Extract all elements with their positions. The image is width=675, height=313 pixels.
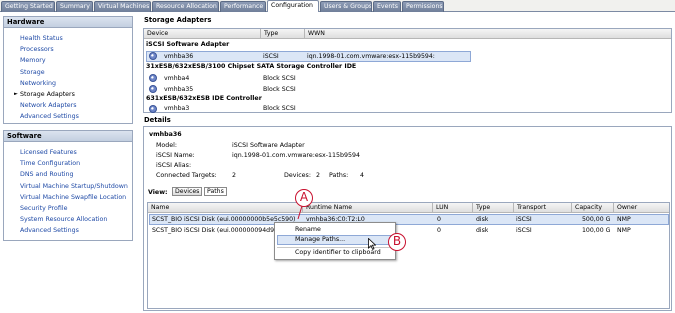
hardware-item-processors[interactable]: Processors	[4, 44, 132, 55]
adapter-type: Block SCSI	[263, 86, 296, 93]
adapter-device: vmhba35	[164, 86, 194, 93]
software-item-advanced-settings[interactable]: Advanced Settings	[4, 225, 132, 236]
context-menu-copy-identifier[interactable]: Copy identifier to clipboard	[295, 249, 381, 256]
view-label: View:	[148, 189, 168, 196]
view-paths-button[interactable]: Paths	[204, 187, 227, 196]
adapter-group-ide-controller: 631xESB/632xESB IDE Controller	[146, 95, 262, 102]
hba-icon	[149, 105, 157, 113]
adapter-device: vmhba36	[164, 53, 194, 60]
details-iscsi-alias-label: iSCSI Alias:	[156, 162, 192, 169]
details-iscsi-name-label: iSCSI Name:	[156, 152, 195, 159]
device-capacity: 500,00 G	[582, 216, 611, 223]
adapter-device: vmhba3	[164, 105, 190, 112]
adapter-wwn: iqn.1998-01.com.vmware:esx-115b9594:	[307, 53, 435, 60]
adapter-group-iscsi-software: iSCSI Software Adapter	[146, 41, 230, 48]
devices-table: Name Runtime Name LUN Type Transport Cap…	[147, 202, 670, 309]
hba-icon	[149, 52, 157, 60]
software-title: Software	[4, 131, 132, 142]
device-transport: iSCSI	[516, 227, 532, 234]
software-item-security-profile[interactable]: Security Profile	[4, 203, 132, 214]
hardware-item-advanced-settings[interactable]: Advanced Settings	[4, 111, 132, 122]
device-type: disk	[476, 227, 489, 234]
device-transport: iSCSI	[516, 216, 532, 223]
details-devices-value: 2	[316, 172, 321, 179]
details-adapter-name: vmhba36	[149, 131, 182, 138]
software-item-time-configuration[interactable]: Time Configuration	[4, 158, 132, 169]
view-devices-button[interactable]: Devices	[172, 187, 203, 196]
details-paths-label: Paths:	[329, 172, 349, 179]
tab-permissions[interactable]: Permissions	[402, 1, 444, 12]
hardware-item-network-adapters[interactable]: Network Adapters	[4, 100, 132, 111]
callout-b: B	[388, 233, 406, 251]
callout-a-pointer	[297, 205, 303, 220]
device-lun: 0	[437, 227, 441, 234]
adapter-device: vmhba4	[164, 75, 190, 82]
tab-performance[interactable]: Performance	[220, 1, 266, 12]
details-devices-label: Devices:	[284, 172, 311, 179]
software-item-licensed-features[interactable]: Licensed Features	[4, 147, 132, 158]
hardware-item-networking[interactable]: Networking	[4, 78, 132, 89]
hba-icon	[149, 85, 157, 93]
tab-users-groups[interactable]: Users & Groups	[320, 1, 372, 12]
details-connected-targets-value: 2	[232, 172, 237, 179]
tab-resource-allocation[interactable]: Resource Allocation	[152, 1, 219, 12]
hardware-title: Hardware	[4, 17, 132, 28]
storage-adapters-table: Device Type WWN iSCSI Software Adapter v…	[143, 28, 672, 113]
tab-bar: Getting Started Summary Virtual Machines…	[0, 0, 675, 12]
device-owner: NMP	[617, 227, 631, 234]
hardware-item-label: Storage Adapters	[20, 90, 75, 98]
software-item-dns-routing[interactable]: DNS and Routing	[4, 169, 132, 180]
device-type: disk	[476, 216, 489, 223]
context-menu: Rename Manage Paths... Copy identifier t…	[274, 222, 396, 260]
details-iscsi-name-value: iqn.1998-01.com.vmware:esx-115b9594	[232, 152, 361, 159]
software-item-vm-swapfile-location[interactable]: Virtual Machine Swapfile Location	[4, 192, 132, 203]
hardware-item-storage[interactable]: Storage	[4, 67, 132, 78]
hardware-item-memory[interactable]: Memory	[4, 55, 132, 66]
tab-virtual-machines[interactable]: Virtual Machines	[94, 1, 151, 12]
adapter-type: Block SCSI	[263, 105, 296, 112]
details-model-value: iSCSI Software Adapter	[232, 142, 305, 149]
column-header-wwn[interactable]: WWN	[305, 29, 671, 39]
details-title: Details	[144, 116, 171, 124]
context-menu-rename[interactable]: Rename	[295, 226, 321, 233]
software-item-vm-startup-shutdown[interactable]: Virtual Machine Startup/Shutdown	[4, 181, 132, 192]
software-item-system-resource-allocation[interactable]: System Resource Allocation	[4, 214, 132, 225]
details-paths-value: 4	[360, 172, 365, 179]
tab-getting-started[interactable]: Getting Started	[1, 1, 55, 12]
device-lun: 0	[437, 216, 441, 223]
tab-events[interactable]: Events	[373, 1, 401, 12]
selected-bullet-icon: ►	[14, 90, 18, 97]
context-menu-manage-paths[interactable]: Manage Paths...	[295, 236, 345, 243]
column-header-lun[interactable]: LUN	[433, 203, 473, 213]
column-header-type[interactable]: Type	[473, 203, 514, 213]
hba-icon	[149, 74, 157, 82]
column-header-owner[interactable]: Owner	[614, 203, 669, 213]
column-header-device[interactable]: Device	[144, 29, 261, 39]
adapter-type: Block SCSI	[263, 75, 296, 82]
tab-summary[interactable]: Summary	[56, 1, 93, 12]
adapter-group-sata-controller: 31xESB/632xESB/3100 Chipset SATA Storage…	[146, 63, 357, 70]
storage-adapters-title: Storage Adapters	[144, 16, 212, 24]
software-panel: Software Licensed Features Time Configur…	[3, 130, 133, 241]
device-capacity: 100,00 G	[582, 227, 611, 234]
hardware-item-health-status[interactable]: Health Status	[4, 33, 132, 44]
column-header-name[interactable]: Name	[148, 203, 303, 213]
column-header-transport[interactable]: Transport	[514, 203, 572, 213]
details-connected-targets-label: Connected Targets:	[156, 172, 217, 179]
mouse-cursor-icon	[368, 238, 376, 250]
adapter-type: iSCSI	[263, 53, 279, 60]
column-header-type[interactable]: Type	[261, 29, 305, 39]
hardware-panel: Hardware Health Status Processors Memory…	[3, 16, 133, 124]
hardware-item-storage-adapters[interactable]: ► Storage Adapters	[4, 89, 132, 100]
tab-configuration[interactable]: Configuration	[267, 0, 319, 12]
device-owner: NMP	[617, 216, 631, 223]
details-model-label: Model:	[156, 142, 178, 149]
column-header-runtime-name[interactable]: Runtime Name	[303, 203, 433, 213]
column-header-capacity[interactable]: Capacity	[572, 203, 614, 213]
